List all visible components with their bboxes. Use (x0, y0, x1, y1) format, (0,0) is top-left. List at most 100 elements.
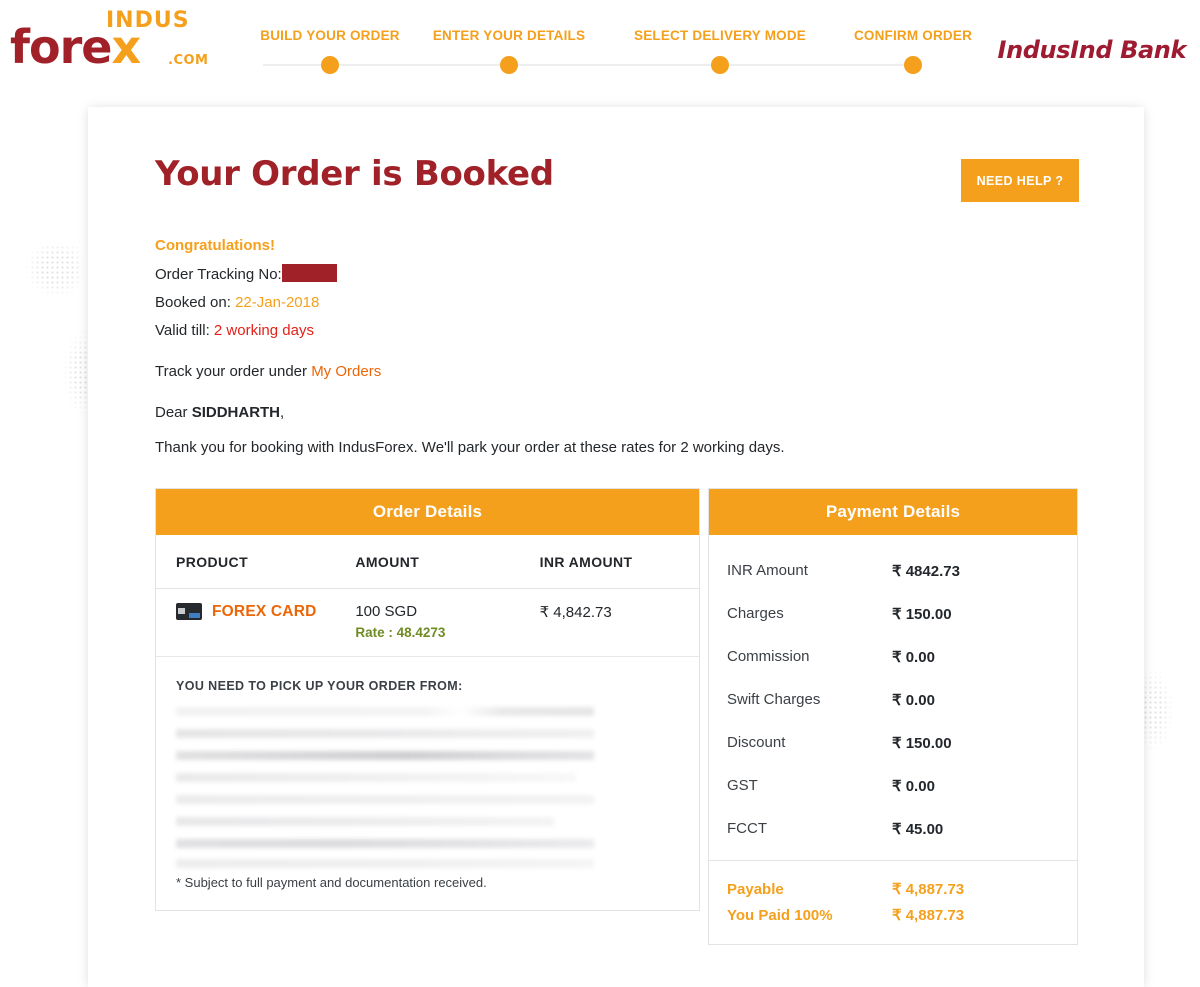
product-name[interactable]: FOREX CARD (212, 603, 316, 620)
logo-dotcom-text: .COM (168, 53, 209, 68)
world-map-dots-decoration-right (1138, 660, 1182, 760)
payment-value-gst: ₹ 0.00 (892, 777, 935, 795)
order-info-block: Congratulations! Order Tracking No: Book… (155, 237, 1015, 456)
valid-till-line: Valid till: 2 working days (155, 321, 1015, 341)
booked-on-line: Booked on: 22-Jan-2018 (155, 293, 1015, 313)
stepper-dot-confirm-order[interactable] (904, 56, 922, 74)
stepper-label-build-your-order: BUILD YOUR ORDER (260, 28, 400, 43)
cell-product: FOREX CARD (156, 588, 356, 657)
order-details-header-row: PRODUCT AMOUNT INR AMOUNT (156, 535, 699, 589)
pickup-title: YOU NEED TO PICK UP YOUR ORDER FROM: (176, 679, 463, 693)
redacted-line (176, 729, 594, 738)
payment-row-swift-charges: Swift Charges ₹ 0.00 (709, 678, 1077, 721)
booked-on-label: Booked on: (155, 294, 231, 311)
order-confirmation-card: Your Order is Booked NEED HELP ? Congrat… (88, 107, 1144, 987)
payment-label-you-paid: You Paid 100% (727, 906, 833, 924)
payment-value-you-paid: ₹ 4,887.73 (892, 907, 965, 924)
order-tracking-label: Order Tracking No: (155, 266, 282, 283)
stepper-label-confirm-order: CONFIRM ORDER (853, 28, 973, 43)
valid-till-label: Valid till: (155, 322, 210, 339)
thank-you-message: Thank you for booking with IndusForex. W… (155, 439, 785, 456)
salutation-line: Dear SIDDHARTH, (155, 404, 1015, 421)
booked-on-value: 22-Jan-2018 (235, 294, 320, 311)
logo-forex-x: x (111, 20, 142, 74)
stepper-dot-build-your-order[interactable] (321, 56, 339, 74)
logo-forex-text: forex (10, 24, 141, 70)
payment-label-gst: GST (727, 777, 758, 794)
payment-value-fcct: ₹ 45.00 (892, 820, 944, 838)
stepper-label-select-delivery-mode: SELECT DELIVERY MODE (633, 28, 807, 43)
payment-label-fcct: FCCT (727, 820, 767, 837)
table-row: FOREX CARD 100 SGD Rate : 48.4273 ₹ 4,84… (156, 588, 699, 657)
payment-value-charges: ₹ 150.00 (892, 605, 952, 623)
indusforex-logo[interactable]: INDUS forex .COM (10, 10, 215, 71)
stepper-step-confirm-order[interactable]: CONFIRM ORDER (818, 28, 1008, 74)
payment-details-heading: Payment Details (709, 489, 1077, 535)
payment-label-swift-charges: Swift Charges (727, 691, 821, 708)
payment-row-discount: Discount ₹ 150.00 (709, 721, 1077, 764)
payment-label-charges: Charges (727, 605, 784, 622)
order-details-panel: Order Details PRODUCT AMOUNT INR AMOUNT … (155, 488, 700, 911)
payment-details-panel: Payment Details INR Amount ₹ 4842.73 Cha… (708, 488, 1078, 945)
payment-row-commission: Commission ₹ 0.00 (709, 635, 1077, 678)
stepper-label-enter-your-details: ENTER YOUR DETAILS (432, 28, 586, 43)
payment-label-discount: Discount (727, 734, 786, 751)
order-tracking-number-redacted (281, 264, 337, 282)
order-tracking-line: Order Tracking No: (155, 264, 1015, 285)
stepper-dot-enter-your-details[interactable] (500, 56, 518, 74)
payment-value-payable: ₹ 4,887.73 (892, 881, 965, 898)
stepper-step-build-your-order[interactable]: BUILD YOUR ORDER (235, 28, 425, 74)
order-footnote: * Subject to full payment and documentat… (176, 875, 487, 890)
need-help-button[interactable]: NEED HELP ? (961, 159, 1079, 202)
payment-row-gst: GST ₹ 0.00 (709, 764, 1077, 807)
indusind-bank-logo[interactable]: IndusInd Bank (998, 36, 1187, 64)
pickup-address-redacted (176, 707, 679, 868)
cell-amount: 100 SGD Rate : 48.4273 (355, 588, 540, 657)
track-order-prefix: Track your order under (155, 363, 308, 380)
redacted-line (176, 859, 594, 868)
payment-value-discount: ₹ 150.00 (892, 734, 952, 752)
payment-row-fcct: FCCT ₹ 45.00 (709, 807, 1077, 850)
cell-inr-amount: ₹ 4,842.73 (539, 588, 699, 657)
customer-name: SIDDHARTH (191, 404, 281, 421)
payment-value-commission: ₹ 0.00 (892, 648, 935, 666)
logo-forex-fore: fore (10, 20, 112, 74)
column-header-amount: AMOUNT (355, 535, 540, 589)
payment-label-payable: Payable (727, 880, 784, 898)
payment-row-you-paid: You Paid 100% ₹ 4,887.73 (727, 902, 1059, 928)
order-amount: 100 SGD (355, 603, 418, 620)
payment-row-charges: Charges ₹ 150.00 (709, 592, 1077, 635)
redacted-line (176, 817, 554, 826)
track-order-line: Track your order under My Orders (155, 363, 1015, 380)
site-header: INDUS forex .COM BUILD YOUR ORDER ENTER … (0, 0, 1200, 100)
congratulations-text: Congratulations! (155, 237, 275, 254)
order-rate: Rate : 48.4273 (355, 625, 446, 640)
payment-value-inr-amount: ₹ 4842.73 (892, 562, 960, 580)
redacted-line (176, 773, 576, 782)
stepper-step-select-delivery-mode[interactable]: SELECT DELIVERY MODE (625, 28, 815, 74)
payment-row-inr-amount: INR Amount ₹ 4842.73 (709, 549, 1077, 592)
salutation-prefix: Dear (155, 404, 188, 421)
order-details-heading: Order Details (156, 489, 699, 535)
checkout-progress-stepper: BUILD YOUR ORDER ENTER YOUR DETAILS SELE… (235, 28, 972, 78)
pickup-section: YOU NEED TO PICK UP YOUR ORDER FROM: * S… (156, 657, 699, 910)
payment-row-payable: Payable ₹ 4,887.73 (727, 876, 1059, 902)
stepper-dot-select-delivery-mode[interactable] (711, 56, 729, 74)
stepper-step-enter-your-details[interactable]: ENTER YOUR DETAILS (414, 28, 604, 74)
salutation-suffix: , (280, 404, 285, 421)
payment-label-commission: Commission (727, 648, 810, 665)
column-header-product: PRODUCT (156, 535, 356, 589)
page-title: Your Order is Booked (155, 154, 554, 194)
world-map-dots-decoration-left-top (10, 245, 82, 303)
forex-card-icon (176, 603, 202, 620)
redacted-line (176, 751, 594, 760)
payment-rows: INR Amount ₹ 4842.73 Charges ₹ 150.00 Co… (709, 535, 1077, 860)
column-header-inr-amount: INR AMOUNT (539, 535, 699, 589)
valid-till-value: 2 working days (213, 322, 314, 339)
payment-label-inr-amount: INR Amount (727, 562, 808, 579)
redacted-line (176, 795, 594, 804)
order-details-table: PRODUCT AMOUNT INR AMOUNT FOREX CARD 100… (156, 535, 699, 657)
my-orders-link[interactable]: My Orders (311, 363, 381, 380)
stepper-connector-line (263, 64, 917, 66)
payment-value-swift-charges: ₹ 0.00 (892, 691, 935, 709)
